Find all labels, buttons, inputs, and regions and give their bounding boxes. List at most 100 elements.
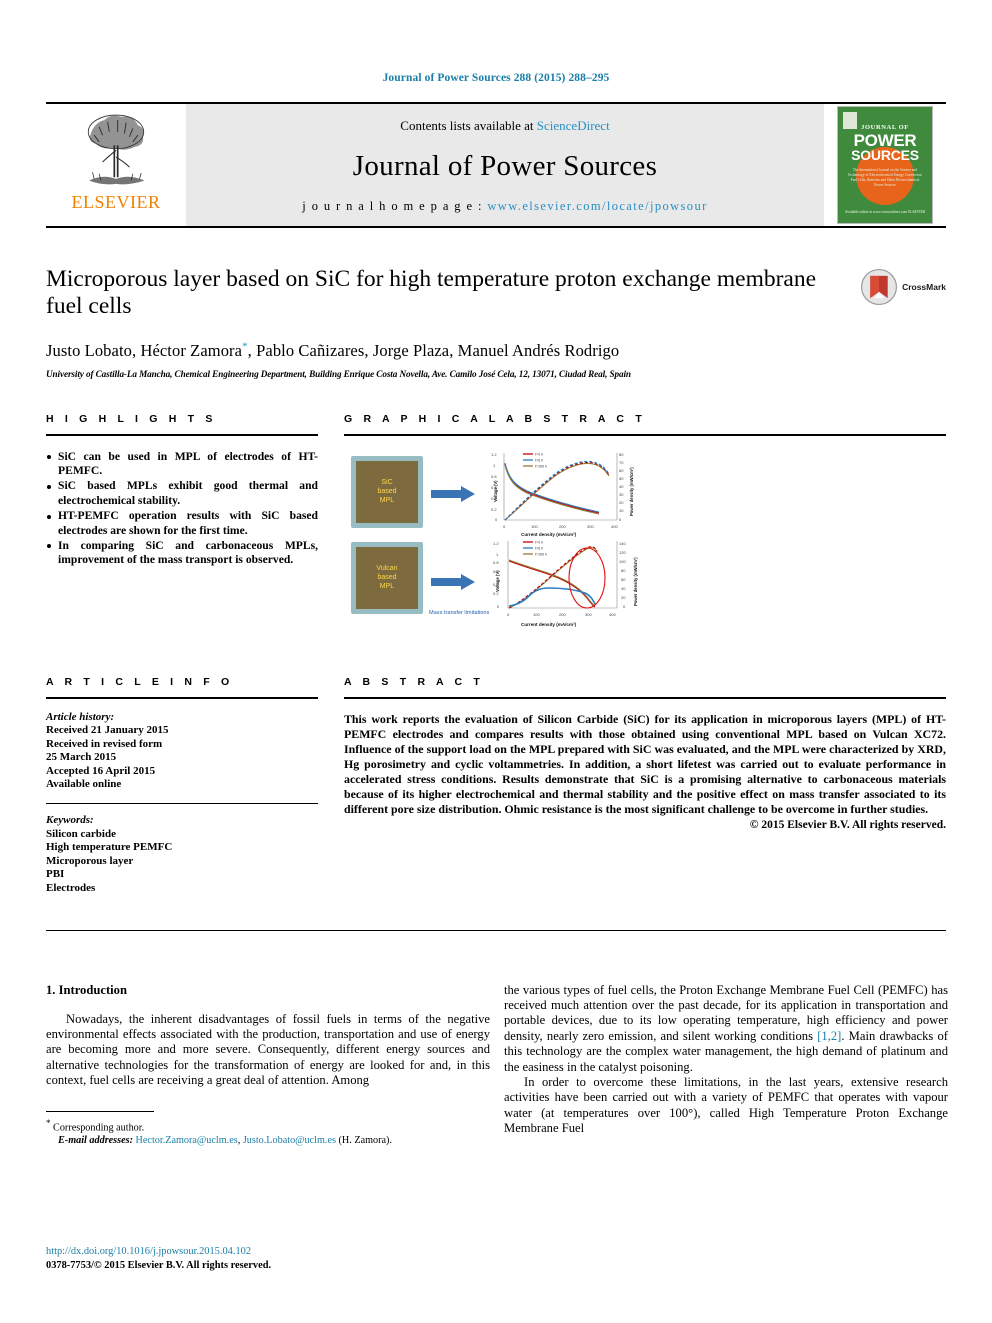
graphical-abstract-rule — [344, 433, 946, 436]
email-suffix: (H. Zamora). — [335, 1135, 392, 1147]
article-info-column: A R T I C L E I N F O Article history: R… — [46, 676, 318, 896]
journal-header-center: Contents lists available at ScienceDirec… — [186, 104, 824, 226]
svg-text:200: 200 — [559, 612, 566, 617]
elsevier-wordmark: ELSEVIER — [71, 192, 161, 212]
abstract-column: A B S T R A C T This work reports the ev… — [344, 676, 946, 896]
journal-title: Journal of Power Sources — [352, 150, 658, 182]
svg-text:60: 60 — [621, 577, 626, 582]
sample-label-line3: MPL — [379, 583, 395, 590]
article-history-block: Article history: Received 21 January 201… — [46, 711, 318, 793]
sample-image-sic: SiC based MPL — [351, 455, 423, 528]
svg-text:70: 70 — [619, 460, 624, 465]
svg-text:t=0 h: t=0 h — [535, 540, 543, 544]
affiliation-line: University of Castilla-La Mancha, Chemic… — [46, 368, 631, 379]
list-item: SiC based MPLs exhibit good thermal and … — [46, 479, 318, 508]
title-area: Microporous layer based on SiC for high … — [46, 266, 946, 379]
corresponding-author-note: * Corresponding author. — [46, 1117, 490, 1134]
svg-text:80: 80 — [621, 568, 626, 573]
keyword-item: Silicon carbide — [46, 827, 116, 840]
svg-text:50: 50 — [619, 476, 624, 481]
body-columns: 1. Introduction Nowadays, the inherent d… — [46, 983, 948, 1147]
footnote-rule — [46, 1110, 154, 1112]
crossmark-label: CrossMark — [902, 282, 946, 292]
body-column-right: the various types of fuel cells, the Pro… — [504, 983, 948, 1147]
sample-label-line3: MPL — [379, 497, 395, 504]
email-link-1[interactable]: Hector.Zamora@uclm.es — [136, 1135, 238, 1146]
svg-text:100: 100 — [531, 524, 538, 529]
cover-footer: Available online at www.sciencedirect.co… — [844, 210, 926, 214]
graphical-abstract-column: G R A P H I C A L A B S T R A C T SiC ba… — [344, 413, 946, 646]
sciencedirect-link[interactable]: ScienceDirect — [537, 118, 610, 133]
mass-transfer-annotation: Mass transfer limitations — [429, 609, 490, 616]
arrow-right-icon — [431, 573, 475, 590]
svg-text:0.8: 0.8 — [493, 560, 499, 565]
highlights-heading: H I G H L I G H T S — [46, 412, 217, 425]
abstract-copyright: © 2015 Elsevier B.V. All rights reserved… — [749, 819, 946, 832]
arrow-right-icon — [431, 485, 475, 502]
svg-text:20: 20 — [621, 595, 626, 600]
email-label: E-mail addresses: — [58, 1135, 133, 1147]
keyword-item: Electrodes — [46, 882, 96, 895]
article-info-rule — [46, 696, 318, 699]
keywords-label: Keywords: — [46, 814, 94, 827]
svg-text:Current density (mA/cm²): Current density (mA/cm²) — [521, 622, 577, 627]
abstract-rule — [344, 696, 946, 699]
page-title: Microporous layer based on SiC for high … — [46, 266, 817, 319]
article-info-heading: A R T I C L E I N F O — [46, 675, 234, 688]
cover-line-sources: SOURCES — [851, 147, 919, 163]
svg-text:400: 400 — [609, 612, 616, 617]
svg-text:t=100 h: t=100 h — [535, 464, 547, 468]
svg-text:30: 30 — [619, 492, 624, 497]
abstract-heading: A B S T R A C T — [344, 675, 484, 688]
contents-prefix: Contents lists available at — [400, 118, 537, 133]
elsevier-logo-block: ELSEVIER — [46, 104, 186, 226]
svg-text:0.2: 0.2 — [491, 507, 497, 512]
crossmark-icon — [861, 268, 898, 306]
svg-text:Power density (mW/cm²): Power density (mW/cm²) — [633, 556, 638, 605]
svg-text:t=0 h: t=0 h — [535, 452, 543, 456]
svg-text:Voltage (V): Voltage (V) — [495, 569, 500, 591]
crossmark-badge-group[interactable]: CrossMark — [860, 268, 946, 306]
svg-text:t=100 h: t=100 h — [535, 552, 547, 556]
svg-text:Voltage (V): Voltage (V) — [493, 479, 498, 501]
running-head: Journal of Power Sources 288 (2015) 288–… — [382, 72, 610, 84]
svg-text:40: 40 — [621, 586, 626, 591]
svg-text:t=6 h: t=6 h — [535, 546, 543, 550]
article-history-label: Article history: — [46, 710, 115, 723]
history-line: 25 March 2015 — [46, 751, 117, 764]
author-list: Justo Lobato, Héctor Zamora*, Pablo Cañi… — [46, 340, 946, 361]
svg-text:20: 20 — [619, 500, 624, 505]
keyword-item: Microporous layer — [46, 854, 134, 867]
svg-text:400: 400 — [611, 524, 618, 529]
svg-text:1: 1 — [493, 463, 496, 468]
highlights-rule — [46, 433, 318, 436]
footnote-block: * Corresponding author. E-mail addresses… — [46, 1110, 490, 1147]
homepage-url-link[interactable]: www.elsevier.com/locate/jpowsour — [487, 199, 707, 213]
contents-available-line: Contents lists available at ScienceDirec… — [400, 118, 609, 134]
cover-line-journal-of: JOURNAL OF — [861, 124, 909, 131]
cover-subtitle: The International Journal on the Science… — [847, 168, 923, 187]
history-line: Received in revised form — [46, 737, 163, 750]
column-gap — [318, 413, 344, 646]
homepage-prefix: j o u r n a l h o m e p a g e : — [302, 199, 488, 213]
sample-label-line2: based — [377, 574, 397, 581]
svg-text:40: 40 — [619, 484, 624, 489]
asterisk-icon: * — [46, 1117, 51, 1128]
highlights-column: H I G H L I G H T S SiC can be used in M… — [46, 413, 318, 646]
doi-link[interactable]: http://dx.doi.org/10.1016/j.jpowsour.201… — [46, 1245, 271, 1259]
list-item: HT-PEMFC operation results with SiC base… — [46, 509, 318, 538]
citation-link[interactable]: [1,2] — [817, 1029, 841, 1043]
cover-elsevier-mark-icon — [843, 112, 857, 129]
email-link-2[interactable]: Justo.Lobato@uclm.es — [243, 1135, 336, 1146]
sample-image-vulcan: Vulcan based MPL — [351, 541, 423, 614]
corresponding-author-text: Corresponding author. — [53, 1122, 145, 1134]
svg-text:100: 100 — [533, 612, 540, 617]
body-column-gap — [490, 983, 504, 1147]
history-line: Received 21 January 2015 — [46, 724, 169, 737]
column-gap — [318, 676, 344, 896]
svg-text:Power density (mW/cm²): Power density (mW/cm²) — [629, 466, 634, 515]
svg-text:t=6 h: t=6 h — [535, 458, 543, 462]
graphical-abstract-heading: G R A P H I C A L A B S T R A C T — [344, 412, 646, 425]
authors-text: Justo Lobato, Héctor Zamora*, Pablo Cañi… — [46, 340, 620, 360]
keyword-item: High temperature PEMFC — [46, 841, 173, 854]
